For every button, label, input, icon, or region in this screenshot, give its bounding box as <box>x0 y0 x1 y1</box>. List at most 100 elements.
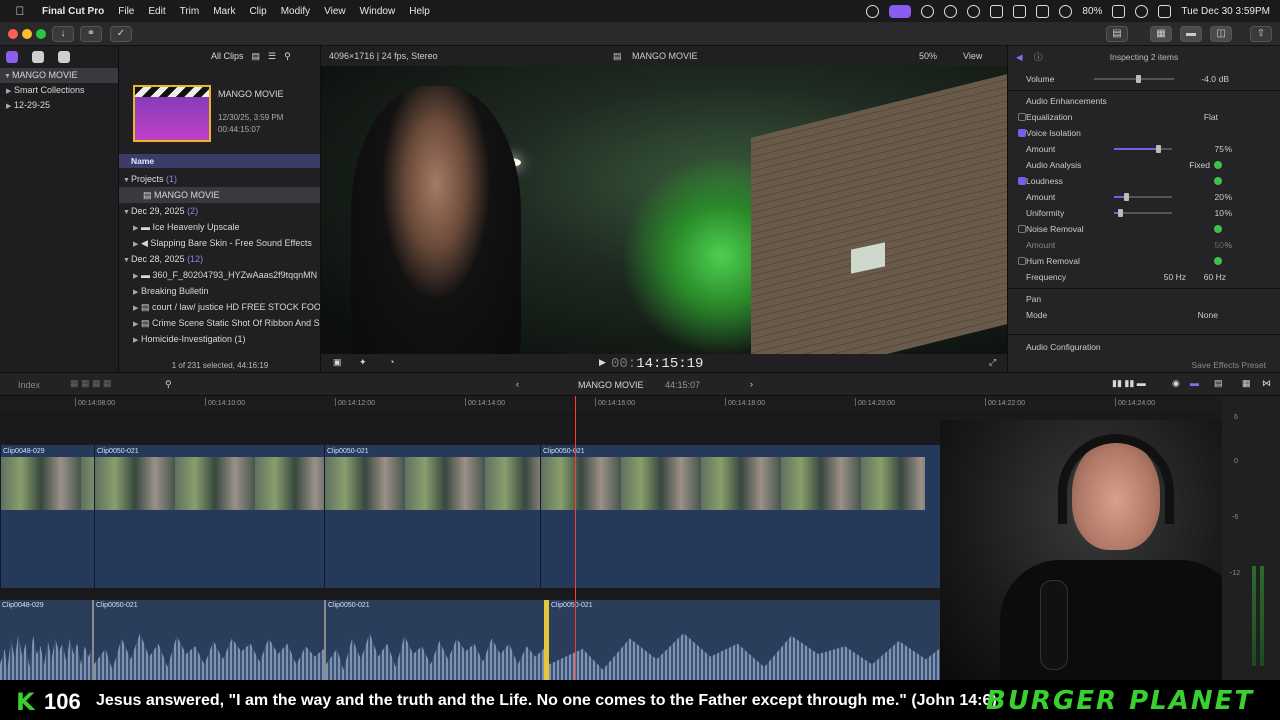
minimize-window-button[interactable] <box>22 29 32 39</box>
index-button[interactable]: Index <box>18 380 40 390</box>
snapping-icon[interactable]: ▬ <box>1190 378 1199 388</box>
video-clip[interactable]: Clip0050-021 <box>324 445 540 588</box>
status-icon[interactable] <box>944 4 958 18</box>
project-dropdown[interactable]: MANGO MOVIE <box>578 380 644 390</box>
equalization-checkbox[interactable] <box>1018 113 1026 121</box>
menu-view[interactable]: View <box>324 6 346 17</box>
menu-window[interactable]: Window <box>360 6 396 17</box>
disclosure-open-icon[interactable]: ▼ <box>123 205 131 219</box>
control-center-icon[interactable] <box>1158 4 1172 18</box>
disclosure-closed-icon[interactable]: ▶ <box>133 269 141 283</box>
status-icon[interactable] <box>921 4 935 18</box>
libraries-tab-icon[interactable] <box>6 51 18 63</box>
voice-amount-slider[interactable] <box>1114 145 1172 153</box>
audio-skimming-icon[interactable]: ▮▮ ▮▮ ▬ <box>1112 378 1146 389</box>
back-icon[interactable]: ‹ <box>516 379 519 389</box>
save-effects-preset-button[interactable]: Save Effects Preset <box>1192 358 1267 372</box>
disclosure-closed-icon[interactable]: ▶ <box>6 99 14 114</box>
library-item[interactable]: ▶ Smart Collections <box>0 83 118 98</box>
library-item[interactable]: ▶ 12-29-25 <box>0 98 118 113</box>
group-row[interactable]: ▼Dec 29, 2025 (2) <box>119 203 320 219</box>
disclosure-closed-icon[interactable]: ▶ <box>133 317 141 331</box>
share-icon[interactable]: ⇧ <box>1250 26 1272 42</box>
disclosure-open-icon[interactable]: ▼ <box>123 173 131 187</box>
play-icon[interactable]: ▶ <box>599 357 606 368</box>
show-browser-button[interactable]: ▦ <box>1150 26 1172 42</box>
keywords-button[interactable]: ⚭ <box>80 26 102 42</box>
disclosure-open-icon[interactable]: ▼ <box>4 69 12 84</box>
list-item[interactable]: ▶ ▤ court / law/ justice HD FREE STOCK FO… <box>119 299 320 315</box>
pan-header[interactable]: Pan <box>1014 292 1276 306</box>
apple-icon[interactable]:  <box>12 4 28 18</box>
eq-dropdown[interactable]: Flat <box>1204 110 1218 124</box>
volume-icon[interactable] <box>990 4 1004 18</box>
bluetooth-icon[interactable] <box>1036 4 1050 18</box>
play-icon[interactable] <box>967 4 981 18</box>
disclosure-closed-icon[interactable]: ▶ <box>133 237 141 251</box>
solo-icon[interactable]: ◉ <box>1172 378 1180 389</box>
speed-icon[interactable]: ◔ <box>389 357 394 367</box>
menu-modify[interactable]: Modify <box>281 6 310 17</box>
zoom-tool-icon[interactable]: ⚲ <box>165 379 172 390</box>
list-item[interactable]: ▶ ▬ 360_F_80204793_HYZwAaas2f9tqqnMN <box>119 267 320 283</box>
share-layout-button[interactable]: ▤ <box>1106 26 1128 42</box>
list-item[interactable]: ▤ MANGO MOVIE <box>119 187 320 203</box>
status-icon[interactable] <box>866 4 880 18</box>
name-column-header[interactable]: Name <box>119 154 320 168</box>
zoom-dropdown[interactable]: 50% <box>919 51 937 61</box>
loudness-checkbox[interactable] <box>1018 177 1026 185</box>
list-item[interactable]: ▶ Breaking Bulletin <box>119 283 320 299</box>
playhead[interactable] <box>575 396 576 680</box>
video-frame[interactable] <box>321 66 1007 354</box>
clip-filter-dropdown[interactable]: All Clips <box>211 51 244 61</box>
forward-icon[interactable]: › <box>750 379 753 389</box>
display-icon[interactable] <box>1013 4 1027 18</box>
import-button[interactable]: ↓ <box>52 26 74 42</box>
video-clip[interactable]: Clip0048-029 <box>0 445 94 588</box>
menu-clip[interactable]: Clip <box>249 6 266 17</box>
app-menu[interactable]: Final Cut Pro <box>42 6 104 17</box>
transform-icon[interactable]: ▣ <box>333 357 342 368</box>
fullscreen-icon[interactable]: ⤢ <box>989 357 996 368</box>
hum-removal-checkbox[interactable] <box>1018 257 1026 265</box>
disclosure-closed-icon[interactable]: ▶ <box>133 221 141 235</box>
transitions-icon[interactable]: ⋈ <box>1262 378 1271 389</box>
list-item[interactable]: ▶ Homicide-Investigation (1) <box>119 331 320 347</box>
timeline-ruler[interactable]: 00:14:08:00 00:14:10:00 00:14:12:00 00:1… <box>0 396 1222 412</box>
uniformity-slider[interactable] <box>1114 209 1172 217</box>
info-icon[interactable]: ⓘ <box>1034 46 1043 68</box>
zoom-window-button[interactable] <box>36 29 46 39</box>
audio-clip[interactable]: Clip0050-021 <box>92 600 324 680</box>
search-icon[interactable] <box>1135 4 1149 18</box>
show-timeline-button[interactable]: ▬ <box>1180 26 1202 42</box>
menu-edit[interactable]: Edit <box>148 6 165 17</box>
list-item[interactable]: ▶ ▤ Crime Scene Static Shot Of Ribbon And… <box>119 315 320 331</box>
tools-icon[interactable]: ✦ <box>359 357 367 368</box>
disclosure-closed-icon[interactable]: ▶ <box>6 84 14 99</box>
menu-help[interactable]: Help <box>409 6 430 17</box>
freq-50-option[interactable]: 50 Hz <box>1164 270 1186 284</box>
titles-generators-tab-icon[interactable] <box>58 51 70 63</box>
menu-trim[interactable]: Trim <box>180 6 200 17</box>
status-icon-active[interactable] <box>889 4 912 18</box>
audio-inspector-icon[interactable]: ◀ <box>1016 46 1023 68</box>
audio-config-header[interactable]: Audio Configuration <box>1014 340 1276 354</box>
background-tasks-button[interactable]: ✓ <box>110 26 132 42</box>
volume-slider[interactable] <box>1094 75 1174 83</box>
wifi-icon[interactable] <box>1059 4 1073 18</box>
group-row[interactable]: ▼Projects (1) <box>119 171 320 187</box>
pan-mode-dropdown[interactable]: None <box>1198 308 1218 322</box>
close-window-button[interactable] <box>8 29 18 39</box>
effects-browser-icon[interactable]: ▦ <box>1242 378 1251 389</box>
disclosure-closed-icon[interactable]: ▶ <box>133 285 141 299</box>
loudness-amount-slider[interactable] <box>1114 193 1172 201</box>
noise-removal-checkbox[interactable] <box>1018 225 1026 233</box>
view-dropdown[interactable]: View <box>963 51 982 61</box>
disclosure-closed-icon[interactable]: ▶ <box>133 301 141 315</box>
disclosure-closed-icon[interactable]: ▶ <box>133 333 141 347</box>
video-clip[interactable]: Clip0050-021 <box>94 445 324 588</box>
audio-clip[interactable]: Clip0048-029 <box>0 600 92 680</box>
library-item[interactable]: ▼MANGO MOVIE <box>0 68 118 83</box>
list-item[interactable]: ▶ ▬ Ice Heavenly Upscale <box>119 219 320 235</box>
clock[interactable]: Tue Dec 30 3:59PM <box>1181 6 1270 17</box>
